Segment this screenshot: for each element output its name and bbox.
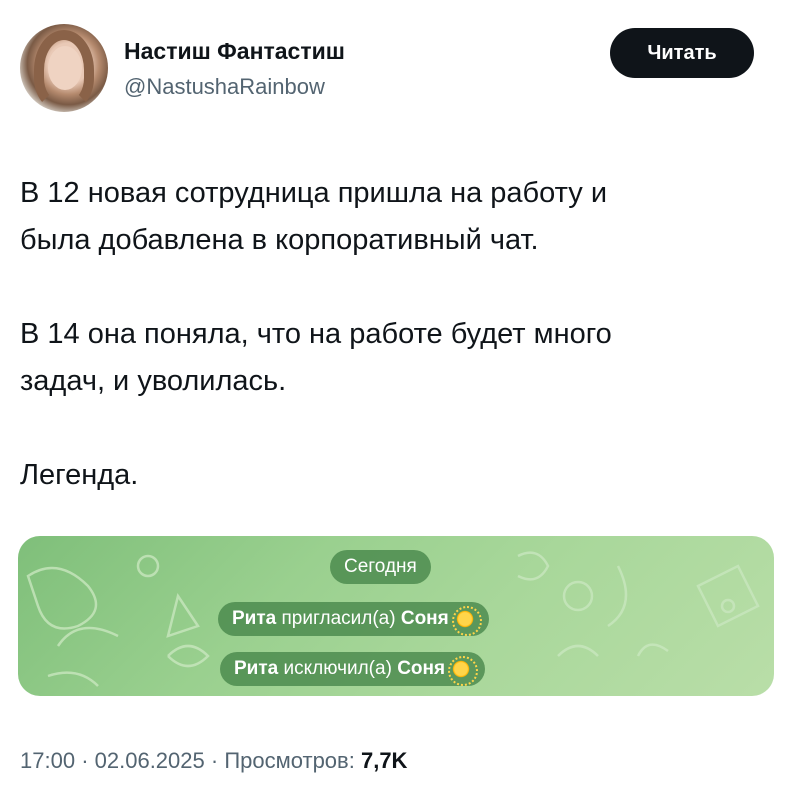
views-label: Просмотров: (224, 748, 355, 773)
avatar-face (48, 46, 82, 90)
date-label: Сегодня (344, 556, 417, 577)
tweet-line: В 14 она поняла, что на работе будет мно… (20, 318, 612, 350)
tweet-line: задач, и уволилась. (20, 365, 287, 397)
tweet-line: была добавлена в корпоративный чат. (20, 224, 539, 256)
sun-emoji-icon (448, 656, 479, 686)
tweet-text: В 12 новая сотрудница пришла на работу и… (20, 170, 760, 499)
tweet-header: Настиш Фантастиш @NastushaRainbow Читать (20, 24, 772, 116)
sun-emoji-icon (451, 606, 482, 636)
action-text: пригласил(а) (281, 608, 396, 629)
meta-separator: · (210, 748, 219, 773)
author-handle[interactable]: @NastushaRainbow (124, 74, 325, 100)
tweet-time[interactable]: 17:00 (20, 748, 75, 773)
meta-separator: · (81, 748, 89, 773)
tweet-date[interactable]: 02.06.2025 (95, 748, 205, 773)
avatar[interactable] (20, 24, 108, 112)
tweet-line: Легенда. (20, 459, 139, 491)
chat-screenshot-image[interactable]: Сегодня Рита пригласил(а) Соня Рита искл… (18, 536, 774, 696)
service-message-invite: Рита пригласил(а) Соня (218, 602, 489, 636)
service-message-remove: Рита исключил(а) Соня (220, 652, 486, 686)
views-count[interactable]: 7,7K (361, 748, 407, 773)
tweet-meta: 17:00 · 02.06.2025 · Просмотров: 7,7K (20, 748, 407, 774)
target-name: Соня (397, 658, 446, 679)
action-text: исключил(а) (283, 658, 392, 679)
target-name: Соня (400, 608, 449, 629)
date-separator: Сегодня (330, 550, 431, 584)
actor-name: Рита (232, 608, 277, 629)
tweet-line: В 12 новая сотрудница пришла на работу и (20, 177, 608, 209)
read-button[interactable]: Читать (610, 28, 754, 78)
actor-name: Рита (234, 658, 279, 679)
author-name[interactable]: Настиш Фантастиш (124, 38, 345, 65)
